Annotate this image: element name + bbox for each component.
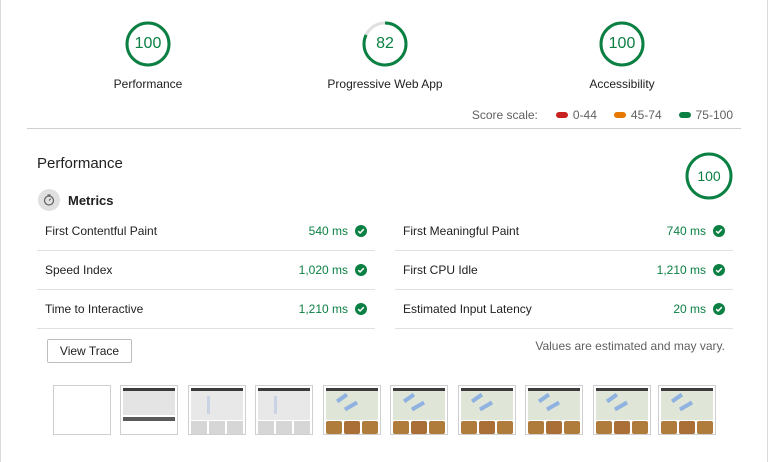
metric-value: 1,020 ms (298, 263, 348, 277)
filmstrip-frame-map (525, 385, 583, 435)
filmstrip-frame-map (658, 385, 716, 435)
metric-name: First Meaningful Paint (403, 224, 520, 238)
metrics-header: Metrics (38, 189, 114, 211)
metric-row: Estimated Input Latency 20 ms (395, 290, 733, 329)
gauge-pwa[interactable]: 82 Progressive Web App (305, 20, 465, 91)
performance-score-gauge: 100 (684, 151, 734, 201)
gauge-label: Performance (113, 77, 183, 91)
filmstrip-frame-loading (188, 385, 246, 435)
metric-name: Time to Interactive (45, 302, 144, 316)
gauge-label: Progressive Web App (327, 77, 443, 91)
metric-name: Estimated Input Latency (403, 302, 532, 316)
gauge-score: 82 (376, 35, 394, 52)
metric-row: Time to Interactive 1,210 ms (37, 290, 375, 329)
gauge-label: Accessibility (589, 77, 655, 91)
metric-row: Speed Index 1,020 ms (37, 251, 375, 290)
filmstrip-frame-map (593, 385, 651, 435)
performance-title: Performance (37, 155, 123, 172)
metric-name: Speed Index (45, 263, 113, 277)
category-gauges: 100 Performance 82 Progressive Web App 1… (0, 20, 768, 100)
metric-name: First CPU Idle (403, 263, 478, 277)
scale-item-fail: 0-44 (555, 108, 597, 122)
metric-value-group: 1,210 ms (657, 263, 725, 277)
scale-range-label: 75-100 (695, 108, 733, 122)
filmstrip-frame-header (120, 385, 178, 435)
score-scale-title: Score scale: (471, 108, 538, 122)
filmstrip-frame-map (390, 385, 448, 435)
check-circle-icon (355, 303, 367, 315)
check-circle-icon (713, 264, 725, 276)
metric-value-group: 540 ms (309, 224, 367, 238)
score-scale: Score scale: 0-44 45-74 75-100 (472, 108, 733, 122)
section-divider (27, 128, 741, 129)
metric-value: 20 ms (673, 302, 706, 316)
metric-value: 540 ms (308, 224, 348, 238)
filmstrip-frame-blank (53, 385, 111, 435)
pass-pill-icon (678, 112, 691, 118)
average-pill-icon (613, 112, 626, 118)
scale-item-pass: 75-100 (678, 108, 733, 122)
scale-range-label: 45-74 (630, 108, 662, 122)
scale-item-average: 45-74 (613, 108, 662, 122)
metric-value-group: 1,210 ms (299, 302, 367, 316)
metric-row: First Contentful Paint 540 ms (37, 212, 375, 251)
metric-value-group: 20 ms (673, 302, 725, 316)
check-circle-icon (355, 225, 367, 237)
stopwatch-icon (38, 189, 60, 211)
gauge-score: 100 (608, 35, 636, 52)
check-circle-icon (713, 303, 725, 315)
metric-value: 740 ms (666, 224, 706, 238)
fail-pill-icon (555, 112, 568, 118)
metric-value: 1,210 ms (298, 302, 348, 316)
metric-row: First Meaningful Paint 740 ms (395, 212, 733, 251)
performance-score: 100 (697, 168, 721, 184)
metric-value-group: 740 ms (667, 224, 725, 238)
metrics-label: Metrics (68, 192, 114, 208)
scale-range-label: 0-44 (572, 108, 597, 122)
metric-name: First Contentful Paint (45, 224, 158, 238)
check-circle-icon (713, 225, 725, 237)
check-circle-icon (355, 264, 367, 276)
filmstrip-frame-map (323, 385, 381, 435)
metrics-column-left: First Contentful Paint 540 ms Speed Inde… (37, 212, 375, 329)
view-trace-button[interactable]: View Trace (47, 339, 132, 363)
filmstrip-frame-loading (255, 385, 313, 435)
metric-value: 1,210 ms (656, 263, 706, 277)
gauge-performance[interactable]: 100 Performance (68, 20, 228, 91)
metrics-column-right: First Meaningful Paint 740 ms First CPU … (395, 212, 733, 329)
metric-row: First CPU Idle 1,210 ms (395, 251, 733, 290)
gauge-accessibility[interactable]: 100 Accessibility (542, 20, 702, 91)
gauge-score: 100 (134, 35, 162, 52)
metric-value-group: 1,020 ms (299, 263, 367, 277)
filmstrip-frame-map (458, 385, 516, 435)
estimate-note: Values are estimated and may vary. (535, 339, 725, 353)
